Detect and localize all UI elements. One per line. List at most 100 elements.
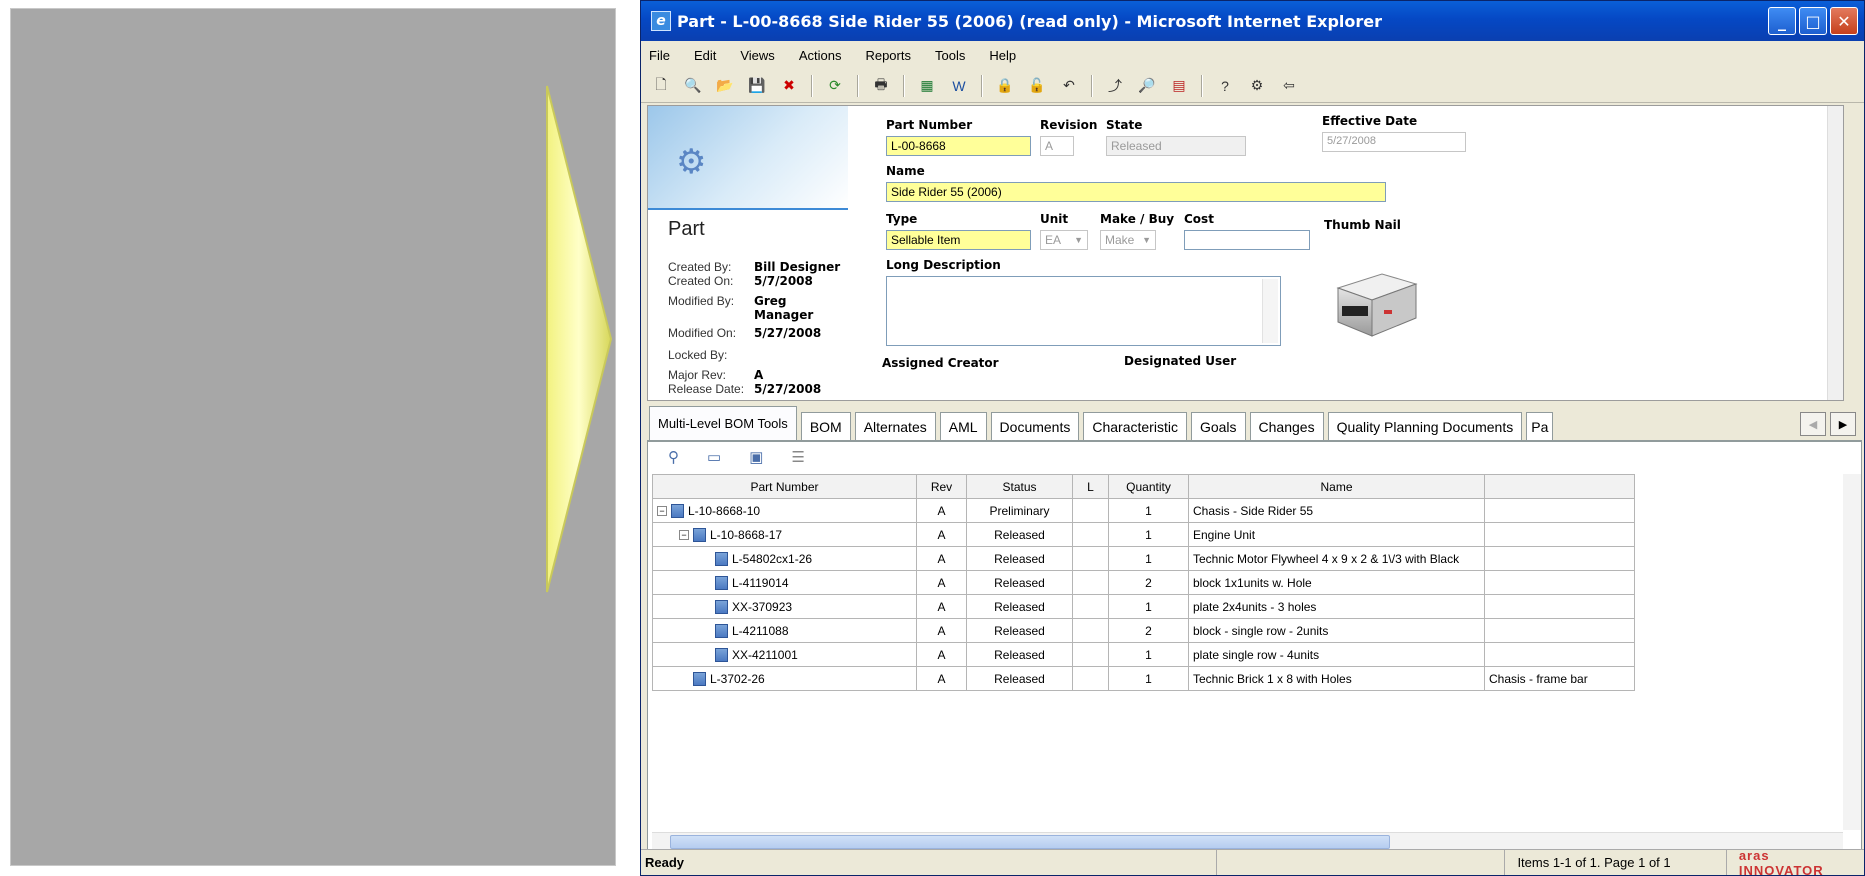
make-buy-label: Make / Buy [1100,212,1175,226]
grid-vertical-scrollbar[interactable] [1843,474,1861,830]
tab-multi-level-bom-tools[interactable]: Multi-Level BOM Tools [649,406,797,440]
excel-icon[interactable]: ▦ [917,76,937,96]
part-icon [715,623,728,638]
where-used-icon[interactable]: 🔎 [1137,76,1157,96]
name-cell: block 1x1units w. Hole [1188,570,1485,595]
part-number-cell: XX-4211001 [732,647,798,662]
col-status[interactable]: Status [966,474,1073,499]
thumbnail-image[interactable] [1324,266,1422,346]
col-rev[interactable]: Rev [916,474,967,499]
type-field[interactable]: Sellable Item [886,230,1031,250]
col-l[interactable]: L [1072,474,1109,499]
tab-partial[interactable]: Pa [1526,412,1554,440]
table-row[interactable]: L-54802cx1-26 A Released 1 Technic Motor… [652,546,1635,571]
modified-by-value: Greg Manager [754,294,814,322]
status-cell: Released [966,618,1073,643]
close-button[interactable]: ✕ [1830,7,1858,35]
menu-edit[interactable]: Edit [694,48,716,63]
col-name[interactable]: Name [1188,474,1485,499]
structure-icon[interactable]: ▤ [1169,76,1189,96]
minimize-button[interactable]: _ [1768,7,1796,35]
list-icon[interactable]: ☰ [791,448,804,466]
tab-goals[interactable]: Goals [1190,412,1246,440]
gray-placeholder-panel [10,8,616,866]
part-number-cell: L-4211088 [732,623,789,638]
search-icon[interactable]: ⚲ [668,448,679,466]
maximize-button[interactable]: □ [1799,7,1827,35]
close-window-icon[interactable]: ⇦ [1279,76,1299,96]
col-quantity[interactable]: Quantity [1108,474,1189,499]
tab-documents[interactable]: Documents [990,412,1080,440]
save-icon[interactable]: 💾 [747,76,767,96]
release-date-label: Release Date: [668,382,745,396]
make-buy-select[interactable]: Make ▼ [1100,230,1156,250]
revision-field[interactable]: A [1040,136,1074,156]
rev-cell: A [916,642,967,667]
table-row[interactable]: L-4211088 A Released 2 block - single ro… [652,618,1635,643]
table-row[interactable]: XX-4211001 A Released 1 plate single row… [652,642,1635,667]
document-icon[interactable]: ▭ [707,448,721,466]
refresh-icon[interactable]: ⟳ [825,76,845,96]
textarea-scrollbar[interactable] [1262,279,1278,343]
tab-scroll-left-icon[interactable]: ◀ [1800,412,1826,436]
properties-icon[interactable]: ⚙ [1247,76,1267,96]
l-cell [1072,570,1109,595]
tab-changes[interactable]: Changes [1249,412,1324,440]
help-icon[interactable]: ? [1215,76,1235,96]
part-number-field[interactable]: L-00-8668 [886,136,1031,156]
tab-bom[interactable]: BOM [800,412,851,440]
rev-cell: A [916,498,967,523]
undo-icon[interactable]: ↶ [1059,76,1079,96]
scroll-thumb[interactable] [670,835,1390,849]
effective-date-field[interactable]: 5/27/2008 [1322,132,1466,152]
print-icon[interactable]: 🖶 [871,76,891,96]
table-row[interactable]: − L-10-8668-17 A Released 1 Engine Unit [652,522,1635,547]
state-field[interactable]: Released [1106,136,1246,156]
rev-cell: A [916,666,967,691]
cost-field[interactable] [1184,230,1310,250]
part-icon [671,503,684,518]
menu-file[interactable]: File [649,48,670,63]
aras-logo: aras INNOVATOR [1725,848,1864,875]
make-buy-value: Make [1105,233,1135,247]
word-icon[interactable]: W [949,76,969,96]
menu-actions[interactable]: Actions [799,48,842,63]
l-cell [1072,522,1109,547]
menu-tools[interactable]: Tools [935,48,965,63]
table-row[interactable]: L-4119014 A Released 2 block 1x1units w.… [652,570,1635,595]
view-icon[interactable]: 🔍 [683,76,703,96]
created-on-value: 5/7/2008 [754,274,813,288]
col-part-number[interactable]: Part Number [652,474,917,499]
export-icon[interactable]: ▣ [749,448,763,466]
lock-icon[interactable]: 🔒 [995,76,1015,96]
new-icon[interactable]: 🗋 [651,76,671,96]
tab-quality-planning-documents[interactable]: Quality Planning Documents [1327,412,1523,440]
col-extra[interactable] [1484,474,1635,499]
form-scrollbar[interactable] [1827,106,1843,400]
tab-characteristic[interactable]: Characteristic [1083,412,1187,440]
collapse-icon[interactable]: − [679,529,689,540]
tab-alternates[interactable]: Alternates [854,412,936,440]
grid-horizontal-scrollbar[interactable] [652,832,1843,850]
title-bar[interactable]: e Part - L-00-8668 Side Rider 55 (2006) … [641,1,1864,41]
toolbar: 🗋 🔍 📂 💾 ✖ ⟳ 🖶 ▦ W 🔒 🔓 ↶ ⤴ 🔎 ▤ ? ⚙ ⇦ [641,69,1864,103]
menu-views[interactable]: Views [740,48,774,63]
unit-select[interactable]: EA ▼ [1040,230,1088,250]
menu-reports[interactable]: Reports [865,48,911,63]
menu-help[interactable]: Help [989,48,1016,63]
collapse-icon[interactable]: − [657,505,667,516]
open-icon[interactable]: 📂 [715,76,735,96]
name-field[interactable]: Side Rider 55 (2006) [886,182,1386,202]
created-on-label: Created On: [668,274,734,288]
tab-scroll-right-icon[interactable]: ▶ [1830,412,1856,436]
status-cell [1215,850,1504,875]
table-row[interactable]: − L-10-8668-10 A Preliminary 1 Chasis - S… [652,498,1635,523]
tab-aml[interactable]: AML [939,412,987,440]
promote-icon[interactable]: ⤴ [1105,76,1125,96]
delete-icon[interactable]: ✖ [779,76,799,96]
long-description-field[interactable] [886,276,1281,346]
table-row[interactable]: XX-370923 A Released 1 plate 2x4units - … [652,594,1635,619]
table-row[interactable]: L-3702-26 A Released 1 Technic Brick 1 x… [652,666,1635,691]
unlock-icon[interactable]: 🔓 [1027,76,1047,96]
thumbnail-label: Thumb Nail [1324,218,1401,232]
